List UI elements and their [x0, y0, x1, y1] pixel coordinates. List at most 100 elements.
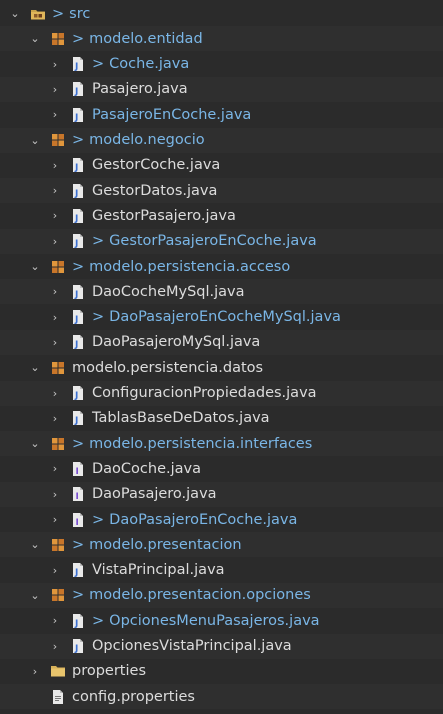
- package-icon: [50, 360, 66, 376]
- svg-text:J: J: [74, 290, 78, 300]
- tree-row[interactable]: › I DaoCoche.java: [0, 456, 443, 481]
- tree-row[interactable]: › J > OpcionesMenuPasajeros.java: [0, 608, 443, 633]
- tree-row-label: modelo.persistencia.interfaces: [89, 435, 313, 452]
- tree-row-label: ConfiguracionPropiedades.java: [92, 385, 317, 401]
- java-file-icon: J: [70, 410, 86, 426]
- tree-row[interactable]: › I > DaoPasajeroEnCoche.java: [0, 507, 443, 532]
- tree-row[interactable]: ⌄ > modelo.negocio: [0, 127, 443, 153]
- chevron-right-icon[interactable]: ›: [48, 564, 62, 577]
- tree-row[interactable]: › J TablasBaseDeDatos.java: [0, 406, 443, 431]
- svg-text:I: I: [76, 492, 79, 502]
- tree-row[interactable]: › J VistaPrincipal.java: [0, 558, 443, 583]
- tree-row[interactable]: › properties: [0, 659, 443, 684]
- chevron-down-icon[interactable]: ⌄: [28, 437, 42, 450]
- chevron-down-icon[interactable]: ⌄: [28, 260, 42, 273]
- tree-row-label: GestorDatos.java: [92, 182, 218, 199]
- tree-row-label: DaoCocheMySql.java: [92, 283, 245, 300]
- tree-row-label: GestorPasajeroEnCoche.java: [109, 233, 317, 250]
- chevron-right-icon[interactable]: ›: [48, 336, 62, 349]
- svg-text:I: I: [76, 467, 79, 477]
- java-interface-icon: I: [70, 512, 86, 528]
- tree-row[interactable]: › J OpcionesVistaPrincipal.java: [0, 633, 443, 659]
- chevron-down-icon[interactable]: ⌄: [28, 589, 42, 602]
- chevron-right-icon[interactable]: ›: [48, 108, 62, 121]
- tree-row-label: DaoPasajeroMySql.java: [92, 334, 261, 351]
- tree-row[interactable]: › I DaoPasajero.java: [0, 481, 443, 507]
- svg-text:J: J: [74, 391, 78, 401]
- chevron-down-icon[interactable]: ⌄: [8, 7, 22, 20]
- chevron-down-icon[interactable]: ⌄: [28, 361, 42, 374]
- chevron-right-icon[interactable]: ›: [48, 311, 62, 324]
- chevron-down-icon[interactable]: ⌄: [28, 538, 42, 551]
- chevron-right-icon[interactable]: ›: [48, 58, 62, 71]
- tree-row[interactable]: › J Pasajero.java: [0, 76, 443, 102]
- chevron-right-icon[interactable]: ›: [48, 640, 62, 653]
- svg-text:J: J: [74, 340, 78, 350]
- java-file-icon: J: [70, 562, 86, 578]
- java-file-icon: J: [70, 157, 86, 173]
- package-icon: [50, 259, 66, 275]
- tree-row-label: GestorCoche.java: [92, 157, 221, 174]
- properties-file-icon: [50, 689, 66, 705]
- svg-text:I: I: [76, 518, 79, 528]
- chevron-right-icon[interactable]: ›: [48, 285, 62, 298]
- java-file-icon: J: [70, 81, 86, 97]
- svg-text:J: J: [74, 163, 78, 173]
- package-explorer-tree: ⌄ > src ⌄ > modelo.entidad › J > Coche.java › J Pasa…: [0, 0, 443, 714]
- chevron-right-icon[interactable]: ›: [48, 462, 62, 475]
- svg-text:J: J: [74, 619, 78, 629]
- tree-row[interactable]: › J ConfiguracionPropiedades.java: [0, 380, 443, 406]
- svg-text:J: J: [74, 568, 78, 578]
- chevron-right-icon[interactable]: ›: [48, 488, 62, 501]
- chevron-right-icon[interactable]: ›: [48, 159, 62, 172]
- tree-row[interactable]: ⌄ > modelo.persistencia.acceso: [0, 254, 443, 279]
- tree-row[interactable]: ⌄ > src: [0, 1, 443, 26]
- svg-text:J: J: [74, 644, 78, 654]
- tree-row[interactable]: config.properties: [0, 684, 443, 710]
- svg-text:J: J: [74, 416, 78, 426]
- chevron-right-icon[interactable]: ›: [48, 83, 62, 96]
- tree-row[interactable]: › J > DaoPasajeroEnCocheMySql.java: [0, 305, 443, 330]
- java-interface-icon: I: [70, 461, 86, 477]
- tree-row-label: properties: [72, 663, 146, 680]
- chevron-down-icon[interactable]: ⌄: [28, 134, 42, 147]
- tree-row[interactable]: › J DaoPasajeroMySql.java: [0, 329, 443, 355]
- chevron-right-icon[interactable]: ›: [48, 235, 62, 248]
- tree-row[interactable]: › J > Coche.java: [0, 52, 443, 77]
- chevron-right-icon[interactable]: ›: [48, 513, 62, 526]
- dirty-decoration: >: [92, 56, 105, 73]
- tree-row[interactable]: ⌄ modelo.persistencia.datos: [0, 355, 443, 380]
- tree-row-label: Coche.java: [109, 56, 190, 73]
- tree-row[interactable]: ⌄ > modelo.presentacion: [0, 532, 443, 558]
- svg-text:J: J: [74, 239, 78, 249]
- chevron-right-icon[interactable]: ›: [48, 614, 62, 627]
- tree-row[interactable]: › J GestorPasajero.java: [0, 203, 443, 228]
- tree-row-label: modelo.persistencia.acceso: [89, 258, 291, 275]
- tree-row[interactable]: › J > GestorPasajeroEnCoche.java: [0, 228, 443, 254]
- tree-row-label: DaoPasajeroEnCocheMySql.java: [109, 309, 341, 326]
- tree-row[interactable]: ⌄ > modelo.persistencia.interfaces: [0, 431, 443, 457]
- tree-row[interactable]: › J GestorDatos.java: [0, 178, 443, 204]
- tree-row[interactable]: › J DaoCocheMySql.java: [0, 279, 443, 305]
- tree-row-label: Pasajero.java: [92, 81, 188, 98]
- chevron-right-icon[interactable]: ›: [48, 184, 62, 197]
- tree-row-label: config.properties: [72, 688, 195, 705]
- svg-text:J: J: [74, 87, 78, 97]
- tree-row[interactable]: › J GestorCoche.java: [0, 153, 443, 178]
- tree-row[interactable]: ⌄ > modelo.entidad: [0, 26, 443, 52]
- tree-row[interactable]: ⌄ > modelo.presentacion.opciones: [0, 582, 443, 608]
- chevron-down-icon[interactable]: ⌄: [28, 32, 42, 45]
- tree-row-label: DaoPasajeroEnCoche.java: [109, 511, 298, 528]
- package-icon: [50, 587, 66, 603]
- chevron-right-icon[interactable]: ›: [48, 209, 62, 222]
- chevron-right-icon[interactable]: ›: [28, 665, 42, 678]
- tree-row[interactable]: › J PasajeroEnCoche.java: [0, 102, 443, 127]
- svg-text:J: J: [74, 113, 78, 123]
- chevron-right-icon[interactable]: ›: [48, 412, 62, 425]
- tree-row-label: modelo.presentacion.opciones: [89, 587, 311, 604]
- chevron-right-icon[interactable]: ›: [48, 387, 62, 400]
- dirty-decoration: >: [72, 435, 85, 452]
- java-file-icon: J: [70, 56, 86, 72]
- svg-text:J: J: [74, 315, 78, 325]
- dirty-decoration: >: [52, 5, 65, 22]
